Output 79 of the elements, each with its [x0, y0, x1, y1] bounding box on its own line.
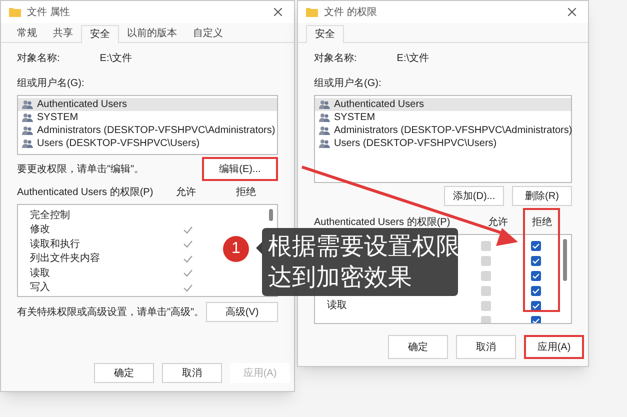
- permissions-label: Authenticated Users 的权限(P): [17, 186, 154, 200]
- checkbox[interactable]: [531, 316, 541, 323]
- permission-name: 读取: [30, 266, 51, 281]
- users-icon: [319, 126, 330, 135]
- tab[interactable]: 以前的版本: [119, 25, 185, 42]
- users-icon: [319, 139, 330, 148]
- user-list-item[interactable]: Authenticated Users: [18, 98, 277, 111]
- user-list-item[interactable]: Users (DESKTOP-VFSHPVC\Users): [18, 137, 277, 150]
- checkbox[interactable]: [531, 256, 541, 266]
- advanced-button[interactable]: 高级(V): [206, 302, 278, 322]
- callout-text: 根据需要设置权限: [268, 232, 460, 262]
- close-icon: [274, 8, 282, 16]
- close-icon: [568, 8, 576, 16]
- users-icon: [22, 100, 33, 109]
- tab[interactable]: 共享: [45, 25, 81, 42]
- permission-name: 修改: [30, 223, 51, 238]
- user-name: Authenticated Users: [334, 98, 424, 112]
- permission-name: 读取: [327, 298, 348, 313]
- checkbox[interactable]: [531, 286, 541, 296]
- permission-name: 完全控制: [30, 208, 71, 223]
- group-label: 组或用户名(G):: [17, 76, 86, 91]
- checkbox[interactable]: [481, 286, 491, 296]
- users-icon: [22, 113, 33, 122]
- group-label: 组或用户名(G):: [314, 76, 382, 91]
- window-title: 文件 的权限: [324, 6, 377, 20]
- user-list-item[interactable]: SYSTEM: [18, 111, 277, 124]
- user-name: SYSTEM: [37, 111, 78, 125]
- scrollbar-thumb[interactable]: [269, 209, 273, 221]
- object-name-value: E:\文件: [396, 52, 430, 66]
- remove-button[interactable]: 删除(R): [512, 186, 572, 206]
- checkbox[interactable]: [481, 300, 491, 310]
- user-name: Users (DESKTOP-VFSHPVC\Users): [334, 137, 497, 151]
- user-list-item[interactable]: Authenticated Users: [315, 98, 571, 111]
- tab[interactable]: 自定义: [185, 25, 231, 42]
- edit-button[interactable]: 编辑(E)...: [202, 157, 278, 181]
- users-icon: [319, 100, 330, 109]
- window-title: 文件 属性: [27, 6, 70, 20]
- hint-text: 有关特殊权限或高级设置，请单击"高级"。: [17, 306, 204, 320]
- object-name-label: 对象名称:: [17, 52, 60, 66]
- hint-text: 要更改权限，请单击"编辑"。: [17, 162, 144, 176]
- dialog-button[interactable]: 应用(A): [524, 335, 584, 359]
- user-list-item[interactable]: SYSTEM: [315, 111, 571, 124]
- user-list-item[interactable]: Users (DESKTOP-VFSHPVC\Users): [315, 137, 571, 150]
- users-icon: [22, 139, 33, 148]
- permissions-label: Authenticated Users 的权限(P): [314, 216, 452, 230]
- tab[interactable]: 安全: [81, 25, 119, 43]
- folder-icon: [9, 7, 21, 17]
- callout-text: 达到加密效果: [268, 263, 413, 293]
- dialog-button[interactable]: 确定: [94, 363, 154, 383]
- user-name: Users (DESKTOP-VFSHPVC\Users): [37, 137, 200, 151]
- column-header: 拒绝: [236, 186, 257, 200]
- checkbox[interactable]: [481, 256, 491, 266]
- dialog-button[interactable]: 确定: [388, 335, 448, 359]
- callout-pointer: [256, 242, 262, 254]
- tab[interactable]: 常规: [9, 25, 45, 42]
- users-icon: [22, 126, 33, 135]
- dialog-button[interactable]: 取消: [456, 335, 516, 359]
- column-header: 拒绝: [532, 216, 553, 230]
- scrollbar-thumb[interactable]: [563, 239, 567, 281]
- folder-icon: [306, 7, 318, 17]
- permission-name: 读取和执行: [30, 238, 81, 252]
- object-name-value: E:\文件: [100, 52, 132, 66]
- checkbox[interactable]: [481, 240, 491, 250]
- permission-name: 写入: [30, 280, 51, 296]
- user-name: Authenticated Users: [37, 98, 128, 112]
- checkbox[interactable]: [531, 240, 541, 250]
- object-name-label: 对象名称:: [314, 52, 357, 66]
- checkbox[interactable]: [481, 270, 491, 280]
- add-button[interactable]: 添加(D)...: [444, 186, 504, 206]
- checkbox[interactable]: [481, 316, 491, 323]
- tab[interactable]: 安全: [306, 25, 344, 43]
- column-header: 允许: [176, 186, 197, 200]
- users-icon: [319, 113, 330, 122]
- checkbox[interactable]: [531, 270, 541, 280]
- permission-name: 列出文件夹内容: [30, 252, 101, 266]
- dialog-button[interactable]: 取消: [162, 363, 222, 383]
- user-name: SYSTEM: [334, 111, 376, 125]
- checkbox[interactable]: [531, 300, 541, 310]
- column-header: 允许: [488, 216, 509, 230]
